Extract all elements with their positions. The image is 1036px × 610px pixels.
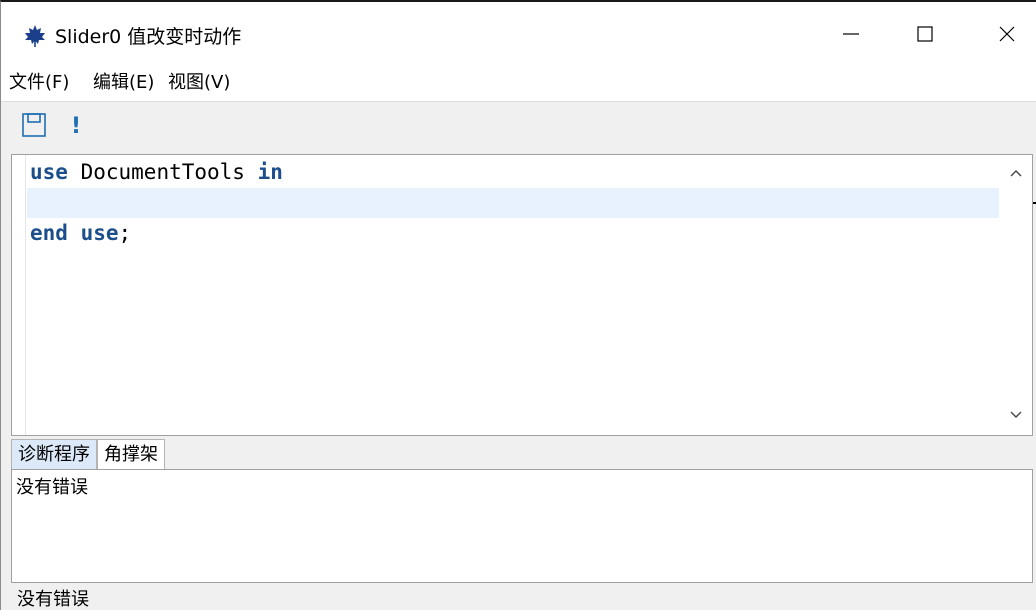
- keyword: end: [30, 221, 68, 245]
- code-line-1[interactable]: use DocumentTools in: [30, 157, 283, 187]
- chevron-down-icon[interactable]: [1008, 407, 1024, 423]
- maximize-button[interactable]: [901, 16, 949, 56]
- keyword: in: [257, 160, 283, 184]
- bottom-tabs: 诊断程序 角撑架: [11, 439, 165, 469]
- menu-view[interactable]: 视图(V): [168, 71, 230, 95]
- code-line-3[interactable]: end use;: [30, 218, 131, 248]
- close-button[interactable]: [983, 16, 1031, 56]
- code-line-2-active[interactable]: [27, 188, 999, 218]
- editor-vertical-scrollbar[interactable]: [1000, 155, 1032, 435]
- execute-button[interactable]: !: [61, 112, 91, 142]
- code-text: DocumentTools: [67, 160, 258, 184]
- execute-icon: !: [70, 114, 82, 139]
- minimize-icon: [841, 24, 861, 48]
- code-text: ;: [118, 221, 132, 245]
- tab-brackets[interactable]: 角撑架: [97, 439, 165, 469]
- diagnostics-pane: 没有错误: [11, 469, 1033, 583]
- minimize-button[interactable]: [827, 16, 875, 56]
- editor-gutter: [12, 155, 26, 435]
- toolbar: !: [1, 102, 1036, 152]
- diagnostics-message: 没有错误: [16, 477, 88, 498]
- menu-file[interactable]: 文件(F): [9, 71, 69, 95]
- chevron-up-icon[interactable]: [1008, 165, 1024, 181]
- save-button[interactable]: [19, 112, 49, 142]
- code-editor[interactable]: use DocumentTools in end use;: [11, 154, 1033, 436]
- menu-edit[interactable]: 编辑(E): [93, 71, 154, 95]
- title-bar[interactable]: Slider0 值改变时动作: [1, 2, 1036, 62]
- keyword: use: [30, 160, 68, 184]
- maximize-icon: [915, 24, 935, 48]
- status-text: 没有错误: [17, 589, 89, 610]
- menu-bar: 文件(F) 编辑(E) 视图(V): [1, 62, 1036, 102]
- tab-diagnostics[interactable]: 诊断程序: [11, 439, 97, 469]
- close-icon: [997, 24, 1017, 48]
- window-title: Slider0 值改变时动作: [55, 26, 242, 48]
- maple-leaf-icon: [23, 24, 47, 48]
- code-editor-window: Slider0 值改变时动作 文件(F) 编辑(E) 视图(V) ! use D…: [0, 0, 1036, 610]
- keyword: use: [80, 221, 119, 245]
- status-bar: 没有错误: [1, 584, 1036, 610]
- save-icon: [21, 112, 47, 142]
